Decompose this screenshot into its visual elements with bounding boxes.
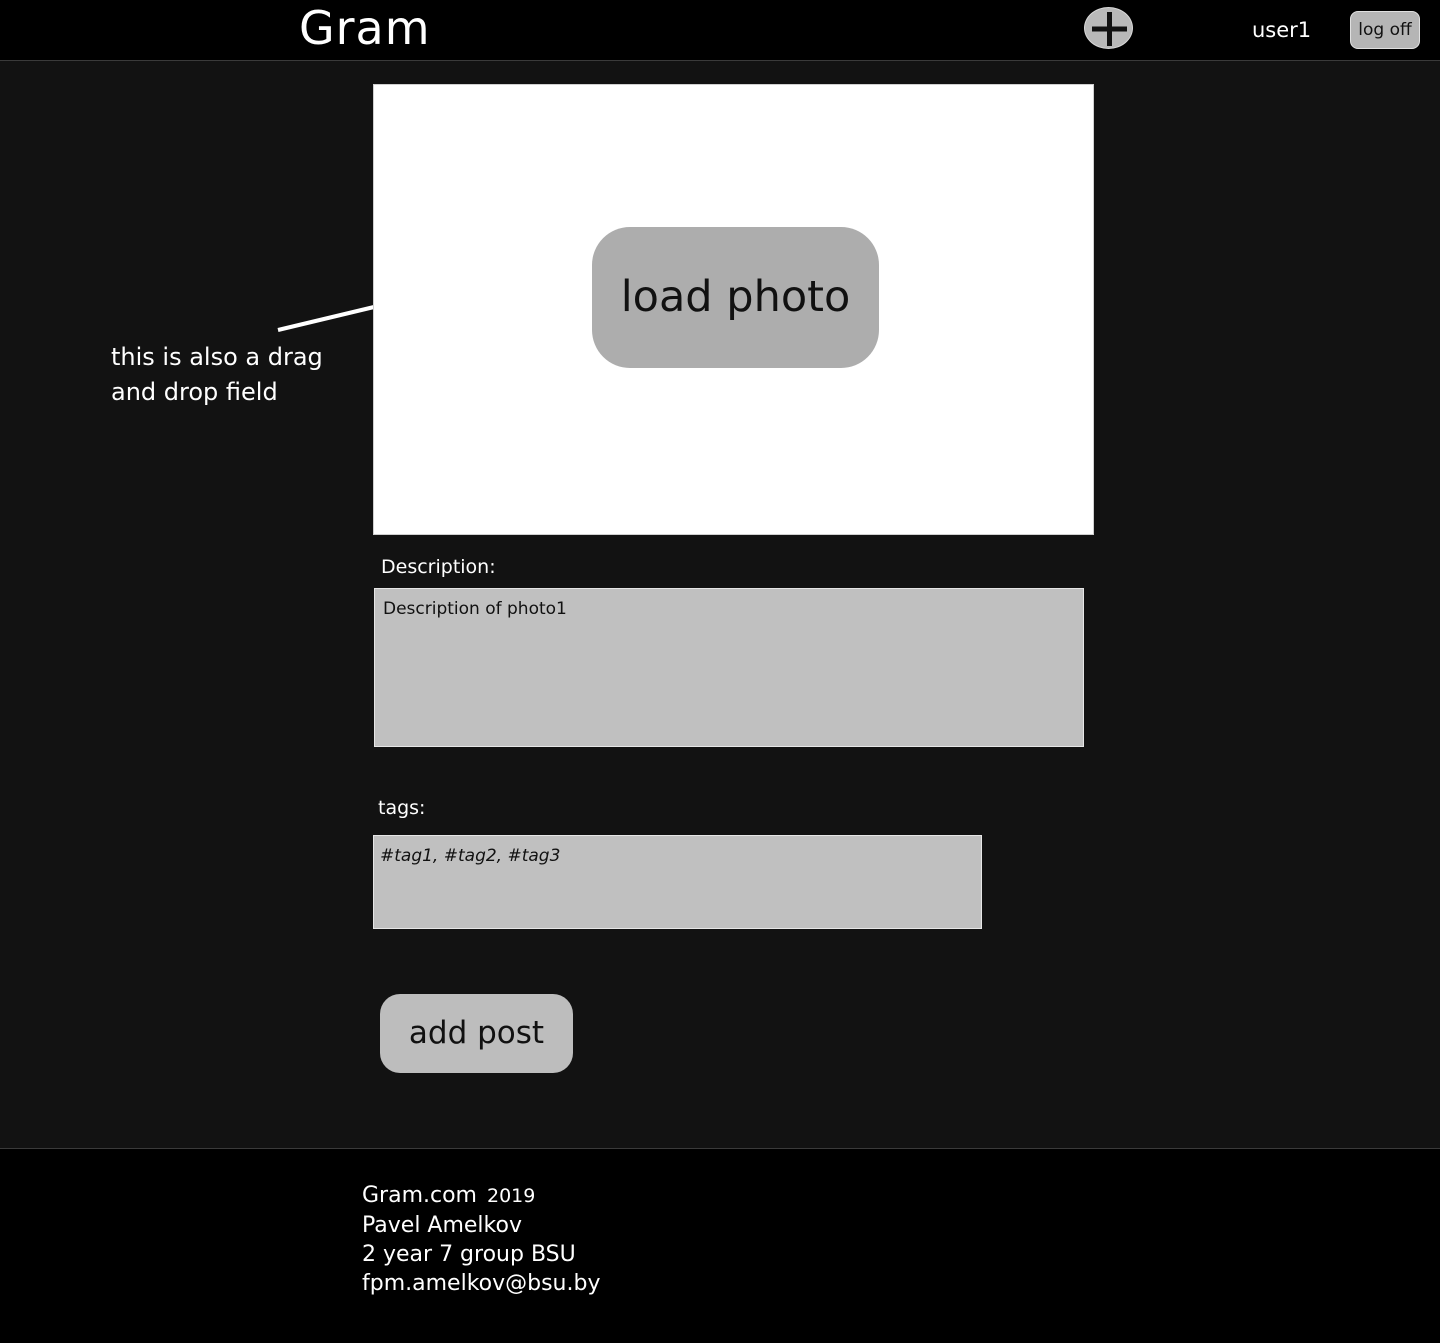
annotation-line-1: this is also a drag xyxy=(111,343,323,371)
add-post-submit-button[interactable]: add post xyxy=(380,994,573,1073)
footer-year: 2019 xyxy=(486,1185,536,1207)
top-bar: Gram user1 log off xyxy=(0,0,1440,61)
plus-circle-icon xyxy=(1092,12,1127,46)
load-photo-button[interactable]: load photo xyxy=(592,227,879,368)
annotation-line-2: and drop field xyxy=(111,378,278,406)
username-label[interactable]: user1 xyxy=(1252,15,1311,45)
description-field[interactable]: Description of photo1 xyxy=(374,588,1084,747)
footer-author: Pavel Amelkov xyxy=(362,1213,522,1238)
site-logo[interactable]: Gram xyxy=(299,1,431,55)
footer: Gram.com 2019 Pavel Amelkov 2 year 7 grou… xyxy=(0,1148,1440,1343)
footer-info: Gram.com 2019 Pavel Amelkov 2 year 7 grou… xyxy=(362,1181,600,1298)
tags-label: tags: xyxy=(378,797,426,819)
add-post-button[interactable] xyxy=(1084,7,1133,49)
description-label: Description: xyxy=(381,556,496,578)
footer-site-line: Gram.com 2019 xyxy=(362,1181,600,1211)
footer-email[interactable]: fpm.amelkov@bsu.by xyxy=(362,1269,600,1298)
footer-group: 2 year 7 group BSU xyxy=(362,1242,576,1267)
drag-drop-annotation: this is also a drag and drop field xyxy=(111,340,351,410)
footer-site: Gram.com xyxy=(362,1183,477,1208)
log-off-button[interactable]: log off xyxy=(1350,11,1420,49)
tags-field[interactable]: #tag1, #tag2, #tag3 xyxy=(373,835,982,929)
